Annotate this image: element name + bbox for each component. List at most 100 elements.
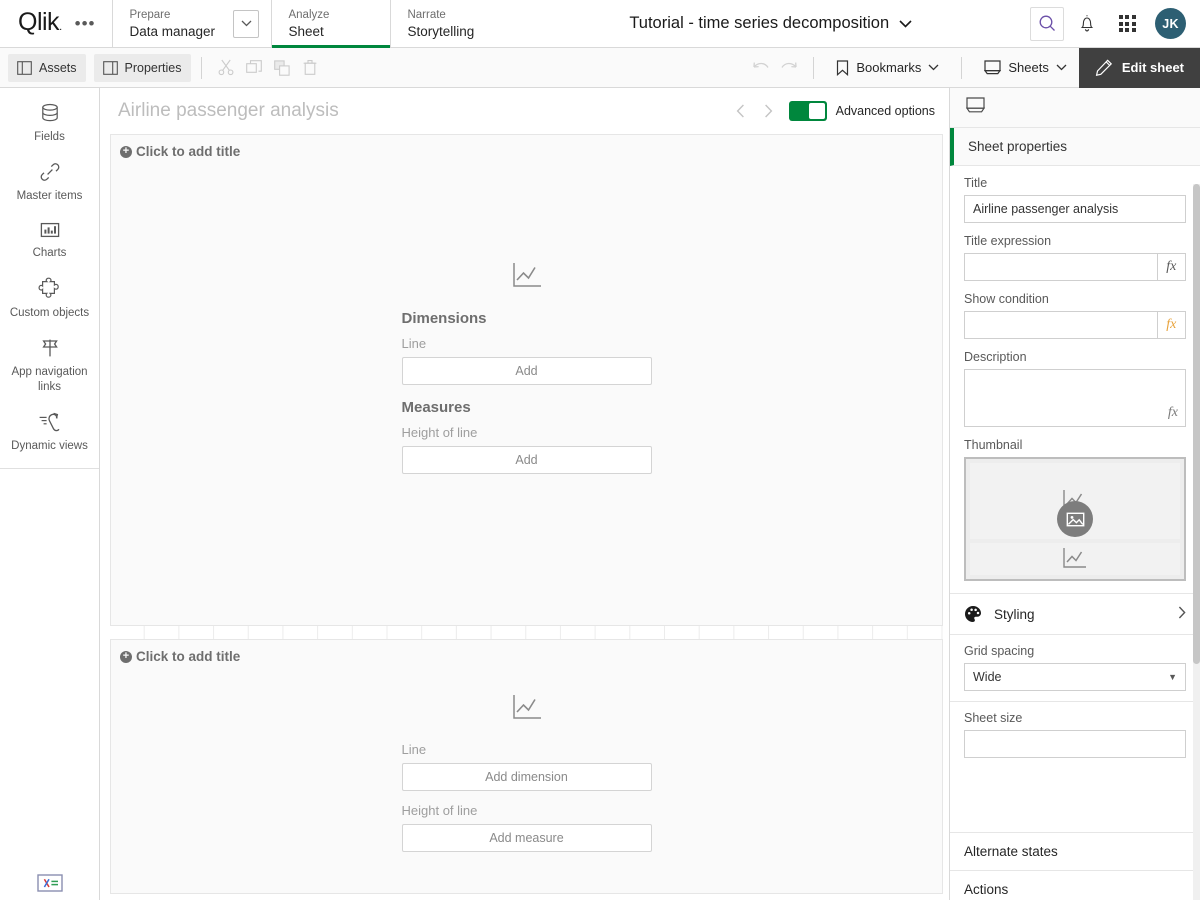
add-title-label: Click to add title bbox=[136, 649, 241, 664]
chevron-left-icon bbox=[736, 104, 745, 118]
plus-icon: + bbox=[120, 650, 132, 663]
paste-icon bbox=[273, 59, 290, 76]
sidebar-item-label: Master items bbox=[16, 190, 83, 202]
add-dimension-button[interactable]: Add dimension bbox=[401, 763, 652, 791]
assets-button[interactable]: Assets bbox=[8, 53, 86, 82]
sheet-properties-tab[interactable] bbox=[965, 97, 986, 118]
previous-sheet-button[interactable] bbox=[727, 97, 755, 125]
bookmarks-menu[interactable]: Bookmarks bbox=[824, 48, 951, 88]
redo-button[interactable] bbox=[775, 54, 803, 82]
chart-placeholder-2[interactable]: + Click to add title Line Add dimension bbox=[110, 639, 943, 894]
nav-kicker: Prepare bbox=[129, 8, 171, 21]
grid-spacing-select[interactable]: Wide ▼ bbox=[964, 663, 1186, 691]
measures-heading: Measures bbox=[401, 399, 471, 416]
line-chart-icon bbox=[1063, 548, 1086, 568]
sidebar-item-app-navigation-links[interactable]: App navigation links bbox=[0, 327, 99, 401]
nav-kicker: Narrate bbox=[407, 8, 446, 21]
nav-section-prepare[interactable]: Prepare Data manager bbox=[113, 8, 233, 40]
add-measure-button[interactable]: Add measure bbox=[401, 824, 652, 852]
nav-section-narrate[interactable]: Narrate Storytelling bbox=[391, 0, 511, 47]
add-dimension-button[interactable]: Add bbox=[401, 357, 652, 385]
sheets-menu[interactable]: Sheets bbox=[972, 48, 1078, 88]
nav-prepare-group: Prepare Data manager bbox=[112, 0, 271, 47]
edit-sheet-button[interactable]: Edit sheet bbox=[1078, 47, 1200, 88]
sheet-header: Airline passenger analysis Advanced opti… bbox=[100, 88, 949, 134]
measures-group: Height of line Add measure bbox=[401, 803, 652, 852]
top-navigation-bar: Qlik. ••• Prepare Data manager Analyze S… bbox=[0, 0, 1200, 48]
scissors-icon bbox=[218, 59, 233, 76]
alternate-states-accordion[interactable]: Alternate states bbox=[950, 832, 1200, 870]
thumbnail-preview[interactable] bbox=[964, 457, 1186, 581]
show-condition-fx-button[interactable]: fx bbox=[1156, 311, 1186, 339]
title-expression-input[interactable] bbox=[964, 253, 1157, 281]
properties-scrollbar-thumb[interactable] bbox=[1193, 184, 1200, 664]
avatar[interactable]: JK bbox=[1155, 8, 1186, 39]
grid-spacing-label: Grid spacing bbox=[964, 644, 1035, 658]
expression-editor-button[interactable] bbox=[36, 872, 64, 894]
sidebar-item-dynamic-views[interactable]: Dynamic views bbox=[0, 401, 99, 460]
paste-button[interactable] bbox=[268, 54, 296, 82]
edit-toolbar: Assets Properties Bookmarks Sheets Edit … bbox=[0, 47, 1200, 88]
advanced-options-toggle[interactable] bbox=[788, 101, 827, 121]
change-thumbnail-button[interactable] bbox=[1057, 501, 1093, 537]
sheet-size-select[interactable] bbox=[964, 730, 1186, 758]
puzzle-icon bbox=[38, 277, 59, 298]
title-expression-fx-button[interactable]: fx bbox=[1156, 253, 1186, 281]
undo-button[interactable] bbox=[747, 54, 775, 82]
title-input[interactable] bbox=[964, 195, 1186, 223]
properties-section-title[interactable]: Sheet properties bbox=[950, 128, 1200, 166]
measure-field-label: Height of line bbox=[401, 425, 478, 440]
properties-scrollbar-track[interactable] bbox=[1193, 184, 1200, 900]
bookmark-icon bbox=[837, 59, 849, 76]
delete-button[interactable] bbox=[296, 54, 324, 82]
add-title-label: Click to add title bbox=[136, 144, 241, 159]
sidebar-item-custom-objects[interactable]: Custom objects bbox=[0, 267, 99, 327]
styling-row[interactable]: Styling bbox=[950, 593, 1200, 635]
chart-placeholder-1[interactable]: + Click to add title Dimensions Line Add bbox=[110, 134, 943, 626]
plus-icon: + bbox=[120, 145, 132, 158]
advanced-options-label: Advanced options bbox=[835, 104, 935, 118]
app-launcher-button[interactable] bbox=[1110, 7, 1144, 41]
line-chart-icon bbox=[511, 261, 543, 296]
nav-section-analyze[interactable]: Analyze Sheet bbox=[271, 0, 392, 48]
toolbar-divider bbox=[961, 56, 963, 79]
cut-button[interactable] bbox=[212, 54, 240, 82]
copy-button[interactable] bbox=[240, 54, 268, 82]
notifications-button[interactable] bbox=[1070, 7, 1104, 41]
search-icon bbox=[1039, 15, 1055, 31]
toolbar-divider bbox=[200, 56, 202, 79]
properties-panel: Sheet properties Title Title expression … bbox=[949, 88, 1200, 900]
properties-button[interactable]: Properties bbox=[93, 53, 191, 82]
topbar-actions: JK bbox=[1030, 0, 1200, 47]
show-condition-row: fx bbox=[964, 311, 1186, 339]
qlik-logo[interactable]: Qlik. bbox=[18, 10, 62, 35]
dimensions-heading: Dimensions bbox=[401, 310, 487, 327]
asset-rail: Fields Master items Charts Custom object… bbox=[0, 88, 100, 900]
sidebar-item-charts[interactable]: Charts bbox=[0, 210, 99, 267]
title-expression-row: fx bbox=[964, 253, 1186, 281]
thumbnail-label: Thumbnail bbox=[964, 438, 1023, 452]
sidebar-item-label: Custom objects bbox=[9, 307, 90, 319]
image-icon bbox=[1066, 512, 1084, 526]
overflow-menu-icon[interactable]: ••• bbox=[72, 15, 99, 32]
description-fx-button[interactable]: fx bbox=[1168, 405, 1178, 421]
thumbnail-object-2 bbox=[970, 543, 1180, 575]
pencil-icon bbox=[1095, 58, 1112, 76]
next-sheet-button[interactable] bbox=[755, 97, 783, 125]
sheet-grid[interactable]: + Click to add title Dimensions Line Add bbox=[110, 134, 943, 894]
sidebar-item-fields[interactable]: Fields bbox=[0, 88, 99, 151]
rail-bottom-actions bbox=[0, 872, 100, 894]
show-condition-input[interactable] bbox=[964, 311, 1157, 339]
add-measure-button[interactable]: Add bbox=[401, 446, 652, 474]
sidebar-item-master-items[interactable]: Master items bbox=[0, 151, 99, 210]
bookmarks-label: Bookmarks bbox=[856, 60, 922, 75]
description-label: Description bbox=[964, 350, 1027, 364]
add-title-button-2[interactable]: + Click to add title bbox=[120, 649, 240, 664]
prepare-dropdown-button[interactable] bbox=[233, 9, 260, 38]
app-title-menu[interactable]: Tutorial - time series decomposition bbox=[511, 0, 1030, 47]
sidebar-item-label: Charts bbox=[32, 247, 67, 259]
description-textarea[interactable]: fx bbox=[964, 369, 1186, 427]
add-title-button-1[interactable]: + Click to add title bbox=[120, 144, 240, 159]
search-button[interactable] bbox=[1030, 6, 1064, 41]
actions-accordion[interactable]: Actions bbox=[950, 870, 1200, 900]
